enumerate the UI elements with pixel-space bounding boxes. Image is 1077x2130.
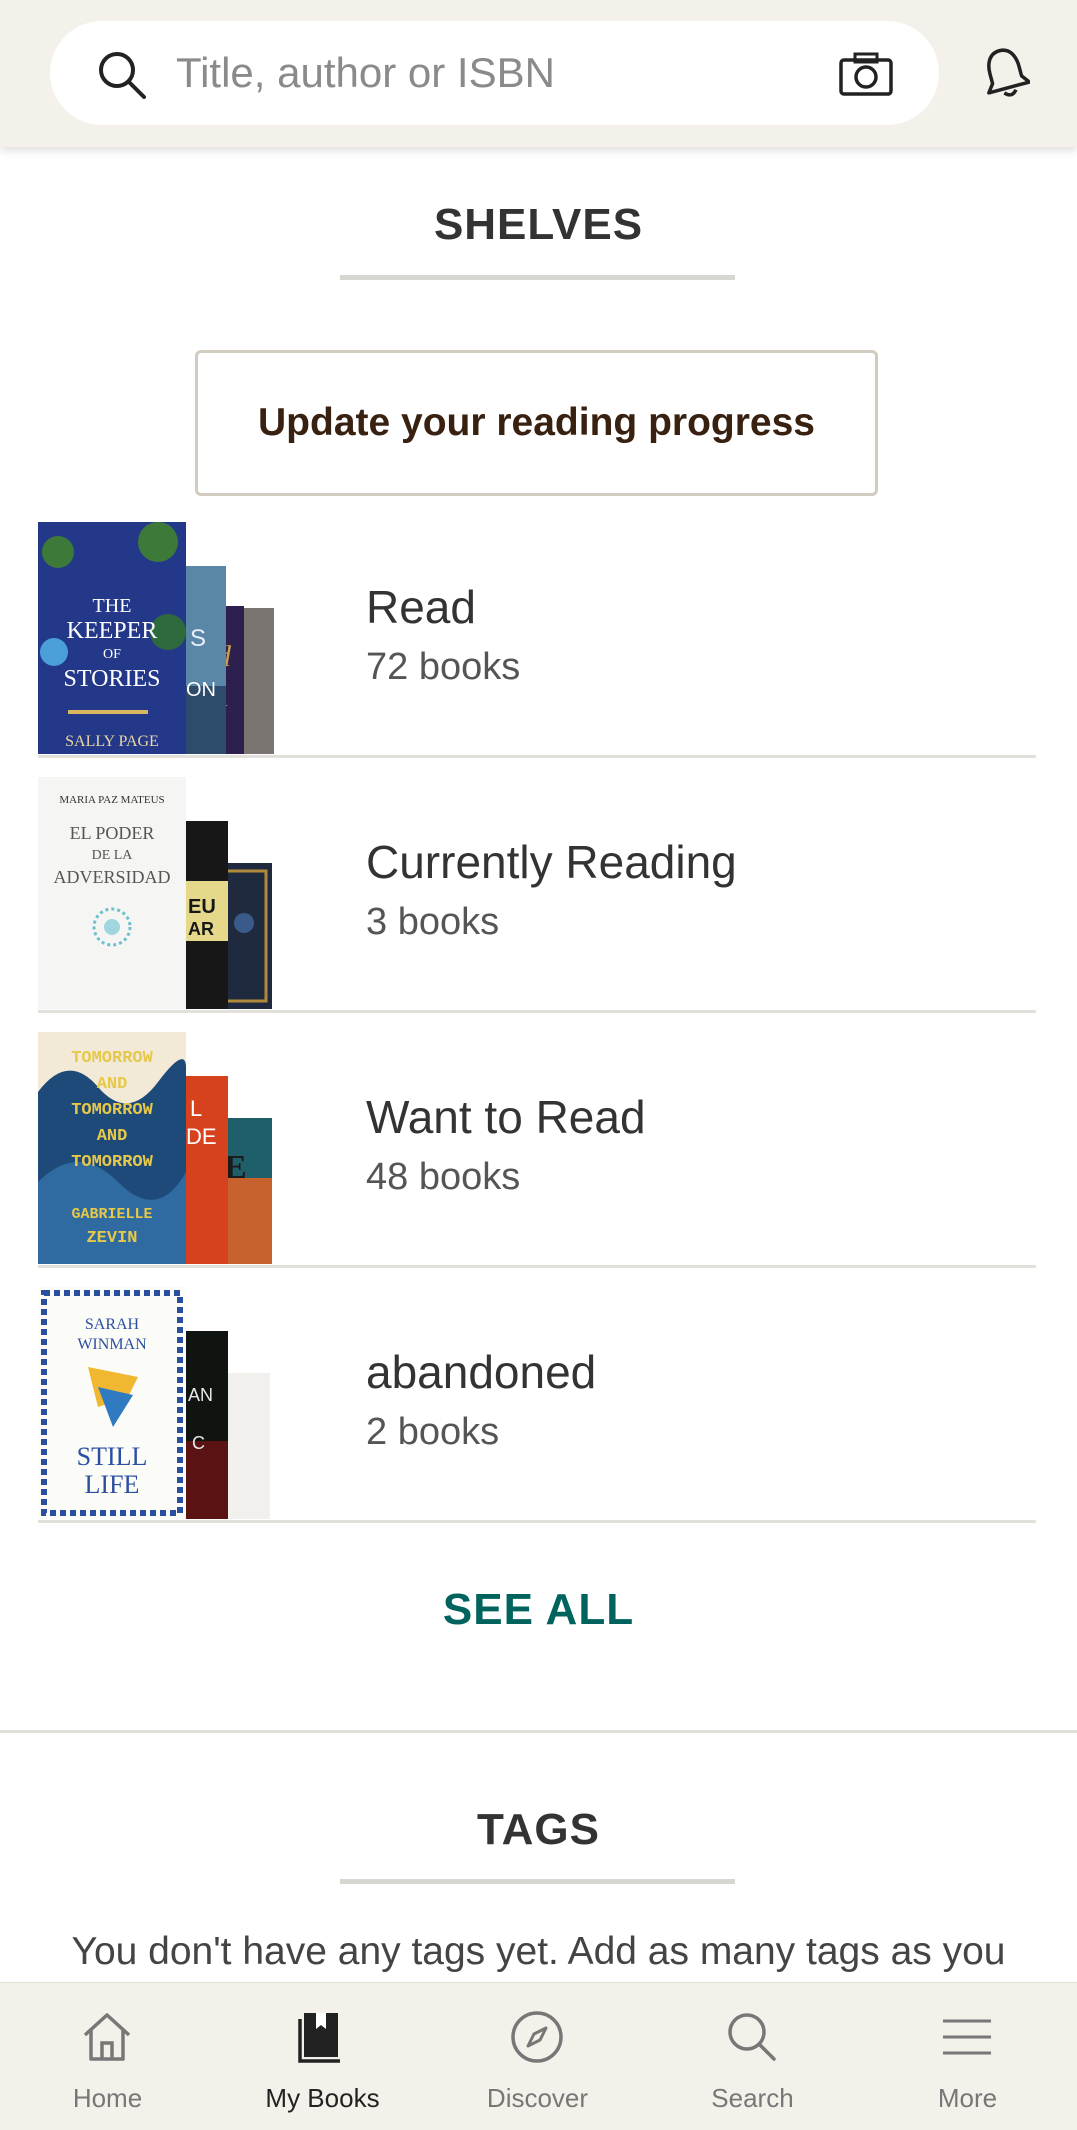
svg-text:AN: AN	[188, 1385, 213, 1405]
nav-label: My Books	[265, 2083, 380, 2113]
top-bar: Title, author or ISBN	[0, 0, 1077, 147]
shelf-count: 3 books	[366, 901, 500, 943]
shelf-name: Read	[366, 581, 476, 633]
shelf-row-abandoned[interactable]: AN C SARAH WINMAN STILL LIFE abandoned 2 …	[38, 1287, 1036, 1523]
bell-icon[interactable]	[980, 44, 1030, 100]
shelf-row-currently-reading[interactable]: EU AR MARIA PAZ MATEUS EL PODER DE LA ADV…	[38, 777, 1036, 1013]
svg-text:TOMORROW: TOMORROW	[71, 1101, 153, 1120]
svg-text:EU: EU	[188, 896, 216, 918]
svg-text:GABRIELLE: GABRIELLE	[71, 1206, 152, 1223]
menu-icon	[943, 2019, 991, 2055]
shelves-underline	[340, 275, 735, 280]
book-cover: THE KEEPER OF STORIES SALLY PAGE	[38, 522, 186, 754]
divider	[38, 755, 1036, 758]
svg-text:C: C	[192, 1433, 205, 1453]
shelf-covers: dR SON THE KEEPER OF STORIES SALLY PAGE	[38, 522, 278, 754]
nav-discover[interactable]: Discover	[430, 1983, 645, 2130]
svg-text:LIFE: LIFE	[85, 1470, 140, 1499]
svg-text:S: S	[190, 625, 206, 652]
svg-text:DE: DE	[186, 1124, 217, 1149]
svg-text:DE LA: DE LA	[92, 848, 134, 863]
svg-text:STORIES: STORIES	[64, 666, 161, 692]
svg-text:MARIA PAZ MATEUS: MARIA PAZ MATEUS	[59, 794, 164, 806]
book-cover: EU AR	[184, 821, 228, 1009]
book-cover: MARIA PAZ MATEUS EL PODER DE LA ADVERSID…	[38, 777, 186, 1009]
shelf-row-want-to-read[interactable]: E L DE TOMORROW AND TOMORROW AND TOMORROW…	[38, 1032, 1036, 1268]
shelf-covers: AN C SARAH WINMAN STILL LIFE	[38, 1287, 278, 1519]
svg-text:WINMAN: WINMAN	[77, 1336, 147, 1353]
svg-text:THE: THE	[93, 595, 132, 617]
nav-label: More	[937, 2083, 998, 2113]
svg-text:L: L	[190, 1096, 202, 1121]
nav-label: Search	[711, 2083, 794, 2113]
book-cover: L DE	[184, 1076, 228, 1264]
book-cover: S ON	[184, 566, 226, 754]
svg-text:AND: AND	[97, 1075, 128, 1094]
shelf-name: Want to Read	[366, 1091, 646, 1143]
bottom-nav: Home My Books Discover Search More	[0, 1982, 1077, 2130]
book-cover	[228, 1373, 270, 1519]
nav-label: Discover	[486, 2083, 589, 2113]
svg-text:AND: AND	[97, 1127, 128, 1146]
divider	[38, 1010, 1036, 1013]
search-bar[interactable]: Title, author or ISBN	[50, 21, 939, 125]
svg-text:ADVERSIDAD: ADVERSIDAD	[54, 867, 171, 887]
svg-text:SARAH: SARAH	[85, 1316, 140, 1333]
nav-more[interactable]: More	[860, 1983, 1075, 2130]
svg-text:EL PODER: EL PODER	[70, 823, 155, 843]
tags-heading: TAGS	[477, 1805, 600, 1854]
svg-text:AR: AR	[188, 919, 214, 939]
shelf-name: Currently Reading	[366, 836, 737, 888]
svg-text:TOMORROW: TOMORROW	[71, 1153, 153, 1172]
book-cover: AN C	[184, 1331, 228, 1519]
book-icon	[298, 2013, 340, 2063]
nav-search[interactable]: Search	[645, 1983, 860, 2130]
svg-text:STILL: STILL	[77, 1442, 148, 1471]
shelf-covers: E L DE TOMORROW AND TOMORROW AND TOMORROW…	[38, 1032, 278, 1264]
book-cover: SARAH WINMAN STILL LIFE	[38, 1287, 186, 1519]
svg-text:OF: OF	[103, 647, 121, 662]
book-cover: TOMORROW AND TOMORROW AND TOMORROW GABRI…	[38, 1032, 186, 1264]
shelf-count: 72 books	[366, 646, 521, 688]
divider	[38, 1520, 1036, 1523]
shelf-count: 2 books	[366, 1411, 500, 1453]
tags-underline	[340, 1879, 735, 1884]
divider	[38, 1265, 1036, 1268]
shelf-row-read[interactable]: dR SON THE KEEPER OF STORIES SALLY PAGE …	[38, 522, 1036, 758]
svg-text:ON: ON	[186, 679, 216, 701]
svg-text:SALLY PAGE: SALLY PAGE	[65, 733, 159, 750]
section-divider	[0, 1730, 1077, 1733]
shelf-covers: EU AR MARIA PAZ MATEUS EL PODER DE LA ADV…	[38, 777, 278, 1009]
shelf-count: 48 books	[366, 1156, 521, 1198]
update-progress-button[interactable]: Update your reading progress	[195, 350, 878, 496]
search-icon	[99, 52, 146, 99]
tags-empty-message: You don't have any tags yet. Add as many…	[71, 1930, 1006, 1973]
search-input[interactable]: Title, author or ISBN	[176, 21, 555, 125]
svg-text:ZEVIN: ZEVIN	[86, 1229, 137, 1248]
shelves-heading: SHELVES	[433, 200, 644, 249]
see-all-shelves-link[interactable]: SEE ALL	[0, 1585, 1077, 1635]
nav-my-books[interactable]: My Books	[215, 1983, 430, 2130]
shelf-name: abandoned	[366, 1346, 597, 1398]
camera-icon[interactable]	[838, 51, 894, 97]
svg-text:KEEPER: KEEPER	[67, 618, 158, 644]
nav-home[interactable]: Home	[0, 1983, 215, 2130]
search-icon	[728, 2013, 776, 2061]
nav-label: Home	[72, 2083, 143, 2113]
compass-icon	[511, 2011, 563, 2063]
home-icon	[83, 2013, 131, 2061]
svg-text:TOMORROW: TOMORROW	[71, 1049, 153, 1068]
